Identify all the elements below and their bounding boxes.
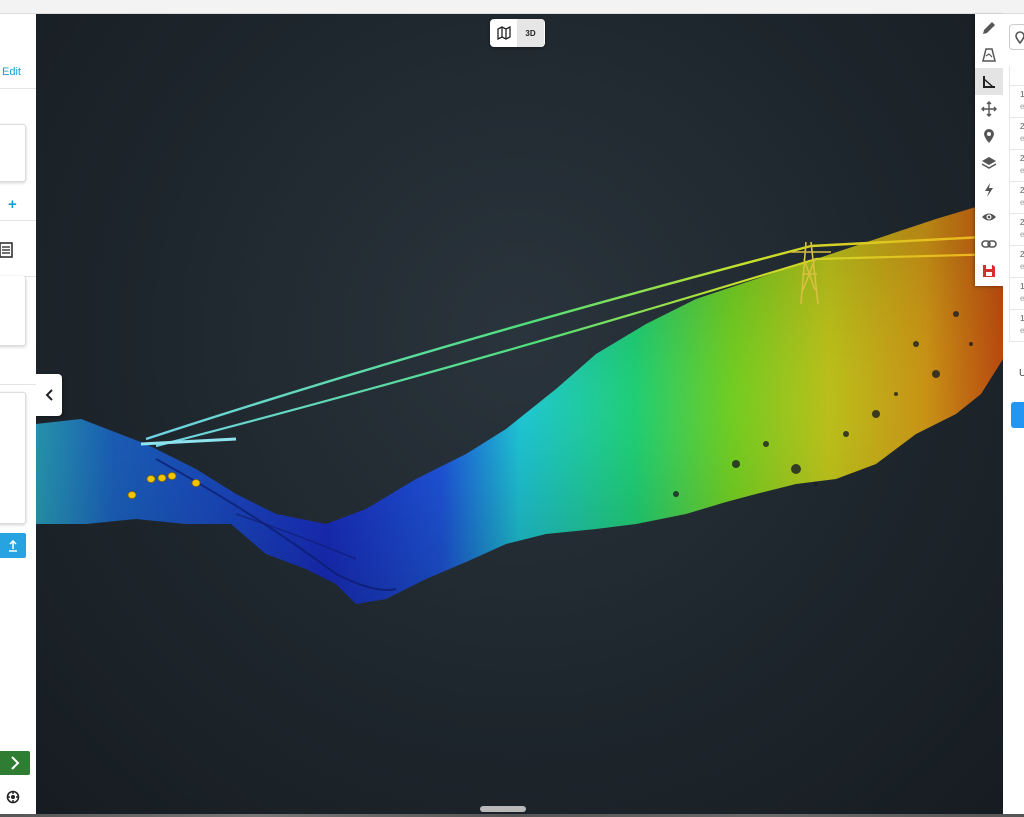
location-pin-icon	[984, 128, 994, 143]
save-icon	[983, 264, 995, 277]
list-item[interactable]: 2e	[1009, 246, 1024, 278]
pencil-tool[interactable]	[975, 14, 1003, 41]
location-search-icon	[1015, 31, 1024, 44]
3d-view-button[interactable]: 3D	[517, 19, 544, 47]
list-item-sub: e	[1020, 102, 1024, 111]
lightning-tool[interactable]	[975, 176, 1003, 203]
layers-card	[0, 276, 26, 346]
divider	[0, 384, 36, 385]
terrain-shading	[36, 204, 1003, 604]
list-icon[interactable]	[0, 242, 14, 258]
volume-measure-icon	[982, 47, 996, 62]
list-item-sub: e	[1020, 166, 1024, 175]
list-item-sub: e	[1020, 326, 1024, 335]
volume-measure-tool[interactable]	[975, 41, 1003, 68]
angle-measure-icon	[983, 75, 995, 88]
move-tool[interactable]	[975, 95, 1003, 122]
top-bar	[0, 0, 1024, 14]
chevron-right-icon	[11, 756, 20, 770]
list-item-title: 2	[1020, 218, 1024, 227]
pencil-icon	[983, 21, 995, 34]
layers-icon	[981, 156, 997, 169]
angle-measure-tool[interactable]	[975, 68, 1003, 95]
save-tool[interactable]	[975, 257, 1003, 284]
settings-icon[interactable]	[6, 790, 20, 804]
edit-link[interactable]: Edit	[2, 66, 21, 78]
panel-label: U	[1019, 368, 1024, 379]
right-panel: 1e 2e 2e 2e 2e 2e 1e 1e U	[1003, 14, 1024, 814]
list-item-title: 2	[1020, 186, 1024, 195]
primary-action-button[interactable]	[1011, 402, 1024, 428]
layers-tool[interactable]	[975, 149, 1003, 176]
upload-icon	[9, 539, 17, 552]
list-item-title: 2	[1020, 250, 1024, 259]
tool-palette	[975, 14, 1003, 286]
location-pin-tool[interactable]	[975, 122, 1003, 149]
list-item[interactable]: 1e	[1009, 310, 1024, 342]
list-item-title: 1	[1020, 90, 1024, 99]
upload-button[interactable]	[0, 533, 26, 558]
divider	[0, 88, 36, 89]
visibility-tool[interactable]	[975, 203, 1003, 230]
list-item-sub: e	[1020, 198, 1024, 207]
eye-icon	[982, 213, 996, 220]
list-item-sub: e	[1020, 294, 1024, 303]
link-tool[interactable]	[975, 230, 1003, 257]
3d-label: 3D	[525, 28, 536, 38]
collapse-sidebar-button[interactable]	[36, 374, 62, 416]
lightning-icon	[985, 182, 993, 197]
map-icon	[496, 26, 511, 40]
tower-crossarm	[140, 437, 237, 446]
list-item-sub: e	[1020, 230, 1024, 239]
list-item[interactable]: 2e	[1009, 118, 1024, 150]
left-sidebar: Edit +	[0, 14, 36, 814]
map-view-button[interactable]	[490, 19, 517, 47]
link-icon	[981, 239, 997, 248]
bottom-drawer-handle[interactable]	[480, 806, 526, 812]
list-item-title: 1	[1020, 282, 1024, 291]
list-item-title: 1	[1020, 314, 1024, 323]
point-cloud-viewer[interactable]: 3D	[36, 14, 1003, 814]
upload-card	[0, 392, 26, 524]
list-item[interactable]: 1e	[1009, 86, 1024, 118]
list-header	[1009, 66, 1024, 86]
move-icon	[981, 100, 997, 117]
chevron-left-icon	[45, 389, 53, 401]
view-mode-toggle[interactable]: 3D	[490, 19, 545, 47]
list-item-title: 2	[1020, 154, 1024, 163]
list-item[interactable]: 2e	[1009, 214, 1024, 246]
add-button[interactable]: +	[8, 196, 17, 213]
info-card	[0, 124, 26, 182]
search-input[interactable]	[1009, 24, 1024, 50]
list-item-title: 2	[1020, 122, 1024, 131]
list-item-sub: e	[1020, 262, 1024, 271]
divider	[0, 220, 36, 221]
list-item[interactable]: 2e	[1009, 150, 1024, 182]
next-button[interactable]	[0, 751, 30, 775]
list-item-sub: e	[1020, 134, 1024, 143]
list-item[interactable]: 1e	[1009, 278, 1024, 310]
point-cloud-render	[36, 204, 1003, 604]
list-item[interactable]: 2e	[1009, 182, 1024, 214]
